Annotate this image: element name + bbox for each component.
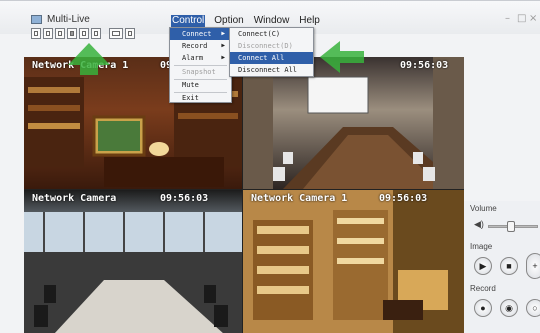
camera-3-label: Network Camera <box>32 193 117 204</box>
submenu-arrow-icon: ▶ <box>221 54 225 61</box>
camera-view-3[interactable]: Network Camera 09:56:03 <box>24 190 242 333</box>
video-grid: Network Camera 1 09:56:03 09:56:03 <box>24 57 464 333</box>
camera-2-time: 09:56:03 <box>400 60 449 71</box>
app-icon <box>31 15 42 24</box>
layout-1-button[interactable] <box>31 28 41 39</box>
layout-full-button[interactable] <box>91 28 101 39</box>
record-settings-button[interactable]: ◉ <box>500 299 518 317</box>
menu-help[interactable]: Help <box>298 15 321 27</box>
layout-custom-button[interactable] <box>79 28 89 39</box>
speaker-icon: ◀) <box>474 219 484 229</box>
volume-slider[interactable] <box>488 221 538 232</box>
menu-item-connect-c[interactable]: Connect(C) <box>230 28 313 40</box>
menu-bar: Control Option Window Help <box>171 15 321 27</box>
snapshot-toolbar-button[interactable] <box>109 28 123 39</box>
camera-3-time: 09:56:03 <box>160 193 209 204</box>
menu-item-connect[interactable]: Connect ▶ <box>170 28 231 40</box>
volume-label: Volume <box>470 204 497 213</box>
menu-item-record[interactable]: Record ▶ <box>170 40 231 52</box>
record-extra-button[interactable]: ○ <box>526 299 540 317</box>
menu-control[interactable]: Control <box>171 15 206 27</box>
layout-4-button[interactable] <box>43 28 53 39</box>
menu-item-alarm[interactable]: Alarm ▶ <box>170 52 231 64</box>
layout-9-button[interactable] <box>55 28 65 39</box>
menu-item-disconnect-all[interactable]: Disconnect All <box>230 64 313 76</box>
record-label: Record <box>470 284 496 293</box>
image-adjust-button[interactable]: + <box>526 253 540 279</box>
camera-4-time: 09:56:03 <box>379 193 428 204</box>
menu-item-snapshot: Snapshot <box>182 68 216 76</box>
maximize-icon[interactable]: □ <box>517 13 526 24</box>
stop-icon[interactable]: ■ <box>500 257 518 275</box>
close-icon[interactable]: × <box>529 13 537 24</box>
conference-room-scene <box>24 212 242 333</box>
menu-option[interactable]: Option <box>213 15 244 27</box>
menu-item-mute[interactable]: Mute <box>170 79 231 91</box>
connect-submenu: Connect(C) Disconnect(D) Connect All Dis… <box>229 27 314 77</box>
menu-item-exit[interactable]: Exit <box>170 92 231 104</box>
control-panel: Volume ◀) Image ▶ ■ + Record ● ◉ ○ <box>464 201 540 333</box>
left-arrow-annotation-icon <box>320 41 364 73</box>
menu-window[interactable]: Window <box>253 15 291 27</box>
study-room-scene <box>243 190 464 333</box>
play-icon[interactable]: ▶ <box>474 257 492 275</box>
volume-slider-thumb[interactable] <box>507 221 515 232</box>
app-title: Multi-Live <box>47 14 90 25</box>
record-icon[interactable]: ● <box>474 299 492 317</box>
submenu-arrow-icon: ▶ <box>221 30 225 37</box>
up-arrow-annotation-icon <box>68 43 110 75</box>
image-label: Image <box>470 242 493 251</box>
control-menu: Connect ▶ Record ▶ Alarm ▶ Snapshot Mute Ex… <box>169 27 232 103</box>
settings-toolbar-button[interactable] <box>125 28 135 39</box>
menu-item-disconnect-d: Disconnect(D) <box>238 42 293 50</box>
minimize-icon[interactable]: – <box>505 13 510 24</box>
submenu-arrow-icon: ▶ <box>221 42 225 49</box>
menu-item-connect-all[interactable]: Connect All <box>230 52 313 64</box>
camera-view-4[interactable]: Network Camera 1 09:56:03 <box>243 190 464 333</box>
layout-16-button[interactable] <box>67 28 77 39</box>
app-window: Multi-Live – □ × Control Option Window H… <box>0 0 540 333</box>
camera-4-label: Network Camera 1 <box>251 193 348 204</box>
layout-toolbar <box>31 28 135 39</box>
